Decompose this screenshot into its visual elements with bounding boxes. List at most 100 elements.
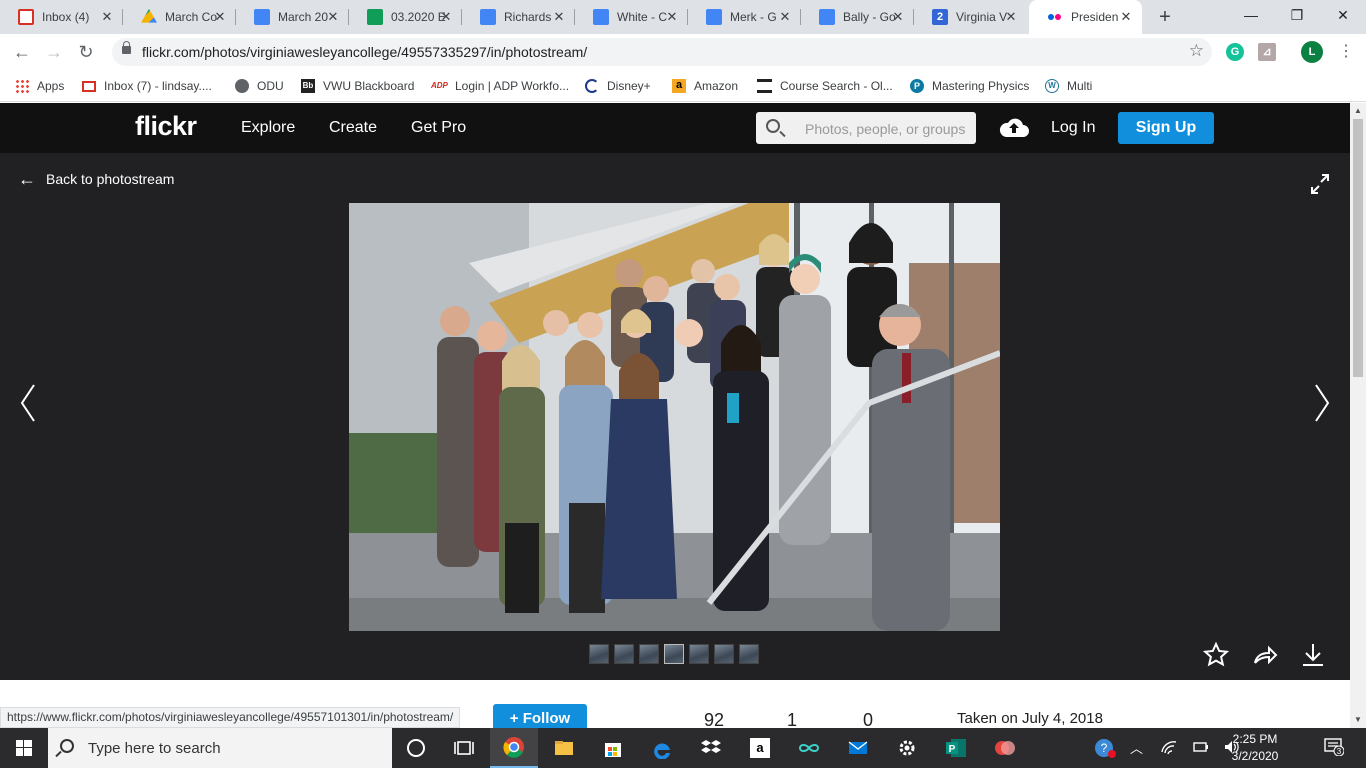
scrollbar-thumb[interactable] — [1353, 119, 1363, 377]
tab-title: Inbox (4) — [42, 10, 90, 24]
show-hidden-icons-chevron-icon[interactable]: ︿ — [1130, 738, 1143, 757]
restore-button[interactable]: ❐ — [1274, 0, 1320, 30]
infinity-app-icon[interactable] — [785, 728, 833, 768]
bookmark-multi[interactable]: W Multi — [1045, 77, 1092, 95]
new-tab-button[interactable]: + — [1153, 5, 1177, 29]
photo-thumbnail[interactable] — [689, 644, 709, 664]
forward-arrow-icon[interactable]: → — [42, 40, 66, 64]
scroll-down-arrow-icon[interactable]: ▼ — [1350, 712, 1366, 728]
close-tab-icon[interactable]: ✕ — [1003, 9, 1019, 25]
sign-up-button[interactable]: Sign Up — [1118, 112, 1214, 144]
browser-tab[interactable]: 2 Virginia V ✕ — [914, 0, 1027, 34]
flickr-logo[interactable]: flickr — [135, 111, 197, 142]
close-tab-icon[interactable]: ✕ — [438, 9, 454, 25]
browser-tab-active[interactable]: Presiden ✕ — [1029, 0, 1142, 34]
action-center-icon[interactable]: 3 — [1324, 738, 1344, 756]
task-view-icon[interactable] — [440, 728, 488, 768]
browser-tab[interactable]: 03.2020 E ✕ — [349, 0, 462, 34]
bookmark-amazon[interactable]: a Amazon — [672, 77, 738, 95]
profile-avatar[interactable]: L — [1301, 41, 1323, 63]
taskbar-search-box[interactable]: Type here to search — [48, 728, 392, 768]
amazon-taskbar-icon[interactable]: a — [736, 728, 784, 768]
grammarly-icon[interactable]: G — [1226, 43, 1244, 61]
photo-thumbnail[interactable] — [614, 644, 634, 664]
publisher-icon[interactable]: P — [932, 728, 980, 768]
back-to-photostream-link[interactable]: ← Back to photostream — [18, 170, 174, 188]
follow-button[interactable]: + Follow — [493, 704, 587, 728]
menu-kebab-icon[interactable]: ⋮ — [1334, 40, 1358, 64]
scroll-up-arrow-icon[interactable]: ▲ — [1350, 103, 1366, 119]
photo-thumbnail-current[interactable] — [664, 644, 684, 664]
browser-tab[interactable]: White - C ✕ — [575, 0, 688, 34]
edge-browser-icon[interactable] — [638, 728, 686, 768]
address-url[interactable]: flickr.com/photos/virginiawesleyancolleg… — [142, 44, 587, 60]
pdf-extension-icon[interactable]: ⊿ — [1258, 43, 1276, 61]
bookmark-blackboard[interactable]: Bb VWU Blackboard — [301, 77, 414, 95]
nav-create[interactable]: Create — [329, 119, 377, 137]
flickr-photo-page: flickr Explore Create Get Pro Photos, pe… — [0, 103, 1350, 728]
microsoft-store-icon[interactable] — [589, 728, 637, 768]
minimize-button[interactable]: — — [1228, 0, 1274, 30]
bookmark-course-search[interactable]: Course Search - Ol... — [757, 77, 893, 95]
nav-explore[interactable]: Explore — [241, 119, 295, 137]
google-docs-icon — [706, 9, 722, 25]
page-scrollbar[interactable]: ▲ ▼ — [1350, 103, 1366, 728]
taken-date: Taken on July 4, 2018 — [957, 710, 1103, 727]
browser-tab[interactable]: Merk - G ✕ — [688, 0, 801, 34]
file-explorer-icon[interactable] — [540, 728, 588, 768]
back-arrow-icon[interactable]: ← — [10, 40, 34, 64]
cortana-icon[interactable] — [392, 728, 440, 768]
battery-icon[interactable] — [1192, 738, 1210, 756]
settings-gear-icon[interactable] — [883, 728, 931, 768]
bookmark-odu[interactable]: ODU — [235, 77, 284, 95]
gmail-icon — [18, 9, 34, 25]
dropbox-icon[interactable] — [687, 728, 735, 768]
close-tab-icon[interactable]: ✕ — [664, 9, 680, 25]
help-alert-icon[interactable]: ? — [1093, 737, 1117, 759]
close-tab-icon[interactable]: ✕ — [212, 9, 228, 25]
fullscreen-icon[interactable] — [1310, 173, 1330, 195]
photo-thumbnail[interactable] — [714, 644, 734, 664]
browser-tab[interactable]: Richards ✕ — [462, 0, 575, 34]
log-in-link[interactable]: Log In — [1051, 119, 1095, 137]
bookmark-inbox[interactable]: Inbox (7) - lindsay.... — [82, 77, 212, 95]
browser-tab[interactable]: March Co ✕ — [123, 0, 236, 34]
nav-get-pro[interactable]: Get Pro — [411, 119, 466, 137]
system-clock[interactable]: 2:25 PM 3/2/2020 — [1228, 731, 1282, 765]
download-icon[interactable] — [1299, 641, 1327, 669]
browser-tab[interactable]: Bally - Go ✕ — [801, 0, 914, 34]
chrome-taskbar-icon[interactable] — [490, 728, 538, 768]
browser-tab[interactable]: Inbox (4) ✕ — [0, 0, 123, 34]
close-tab-icon[interactable]: ✕ — [99, 9, 115, 25]
favorite-star-icon[interactable] — [1202, 641, 1230, 669]
bookmark-disney[interactable]: Disney+ — [585, 77, 651, 95]
windows-start-icon[interactable] — [0, 728, 48, 768]
photo-thumbnail[interactable] — [639, 644, 659, 664]
views-count: 92 — [704, 710, 725, 728]
bookmark-mastering-physics[interactable]: P Mastering Physics — [910, 77, 1029, 95]
browser-tab[interactable]: March 20 ✕ — [236, 0, 349, 34]
photo-thumbnail[interactable] — [739, 644, 759, 664]
next-photo-chevron-icon[interactable] — [1312, 383, 1332, 423]
main-photo[interactable] — [349, 203, 1000, 631]
close-window-button[interactable]: ✕ — [1320, 0, 1366, 30]
address-bar[interactable]: flickr.com/photos/virginiawesleyancolleg… — [112, 38, 1212, 66]
close-tab-icon[interactable]: ✕ — [890, 9, 906, 25]
close-tab-icon[interactable]: ✕ — [551, 9, 567, 25]
mail-icon[interactable] — [834, 728, 882, 768]
bookmark-adp[interactable]: ADP Login | ADP Workfo... — [431, 77, 569, 95]
close-tab-icon[interactable]: ✕ — [1118, 9, 1134, 25]
close-tab-icon[interactable]: ✕ — [325, 9, 341, 25]
wifi-icon[interactable] — [1160, 738, 1178, 756]
snipping-tool-icon[interactable] — [981, 728, 1029, 768]
share-arrow-icon[interactable] — [1251, 641, 1279, 669]
photo-thumbnail[interactable] — [589, 644, 609, 664]
reload-icon[interactable]: ↻ — [74, 40, 98, 64]
close-tab-icon[interactable]: ✕ — [777, 9, 793, 25]
bookmark-star-icon[interactable]: ☆ — [1189, 41, 1204, 61]
flickr-search-field[interactable]: Photos, people, or groups — [756, 112, 976, 144]
cloud-upload-icon[interactable] — [998, 115, 1030, 139]
previous-photo-chevron-icon[interactable] — [18, 383, 38, 423]
bookmark-apps[interactable]: Apps — [15, 77, 64, 95]
bookmark-label: VWU Blackboard — [323, 79, 415, 93]
